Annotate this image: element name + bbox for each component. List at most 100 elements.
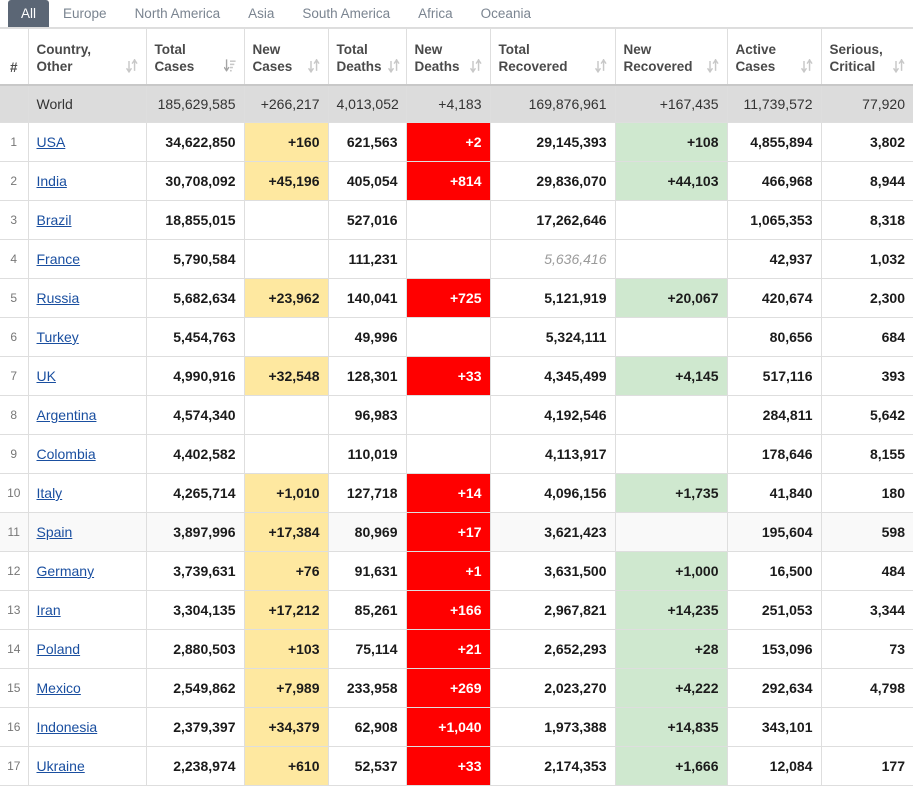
column-header-text: New Cases [253,41,320,75]
tab-europe[interactable]: Europe [49,0,121,27]
sort-icon [706,59,719,73]
tab-all[interactable]: All [8,0,50,27]
cell-country: Colombia [27,434,147,474]
column-header-text: Active Cases [736,41,813,75]
country-link[interactable]: Iran [37,602,61,618]
country-link[interactable]: UK [37,368,56,384]
column-header-active[interactable]: Active Cases [726,28,822,86]
cell-newrec: +1,000 [614,551,728,591]
cell-newdeaths: +14 [405,473,491,513]
cell-newcases: +45,196 [243,161,329,201]
country-link[interactable]: Turkey [37,329,79,345]
cell-active: 4,855,894 [726,122,822,162]
cell-newcases: +7,989 [243,668,329,708]
tab-north-america[interactable]: North America [121,0,235,27]
cell-newcases: +17,384 [243,512,329,552]
tab-africa[interactable]: Africa [404,0,467,27]
column-header-totdeaths[interactable]: Total Deaths [327,28,407,86]
country-link[interactable]: Ukraine [37,758,85,774]
column-header-country[interactable]: Country, Other [27,28,147,86]
country-link[interactable]: Brazil [37,212,72,228]
table-row: 11 Spain 3,897,996 +17,384 80,969 +17 3,621,42… [0,512,913,552]
country-link[interactable]: Spain [37,524,73,540]
cell-totdeaths: 110,019 [327,434,407,474]
cell-totcases: 2,238,974 [145,746,245,786]
tab-south-america[interactable]: South America [288,0,404,27]
cell-country: World [27,84,147,123]
cell-totdeaths: 527,016 [327,200,407,240]
cell-totcases: 4,574,340 [145,395,245,435]
cell-newdeaths: +33 [405,356,491,396]
country-link[interactable]: Germany [37,563,95,579]
cell-newrec: +14,835 [614,707,728,747]
country-link[interactable]: India [37,173,67,189]
cell-newdeaths: +166 [405,590,491,630]
cell-newdeaths: +269 [405,668,491,708]
country-link[interactable]: Colombia [37,446,96,462]
column-header-line1: New [414,41,443,57]
cell-active: 80,656 [726,317,822,357]
column-header-newcases[interactable]: New Cases [243,28,329,86]
cell-newcases [243,434,329,474]
cell-rank: 3 [0,200,29,240]
cell-serious: 393 [820,356,913,396]
column-header-rank[interactable]: # [0,28,29,86]
column-header-text: Total Cases [155,41,236,75]
cell-newcases: +103 [243,629,329,669]
table-header-row: # Country, Other Total Cases New Cases Total Dea… [0,28,913,86]
cell-totrec: 5,121,919 [489,278,616,318]
country-link[interactable]: Poland [37,641,81,657]
cell-totrec: 29,145,393 [489,122,616,162]
column-header-newdeaths[interactable]: New Deaths [405,28,491,86]
sort-icon [387,59,400,73]
table-row: 6 Turkey 5,454,763 49,996 5,324,111 80,656 684 [0,317,913,357]
cell-newrec: +108 [614,122,728,162]
table-row: 12 Germany 3,739,631 +76 91,631 +1 3,631,500 +1… [0,551,913,591]
cell-newcases: +17,212 [243,590,329,630]
country-link[interactable]: Argentina [37,407,97,423]
column-header-totcases[interactable]: Total Cases [145,28,245,86]
sort-icon [800,59,813,73]
country-link[interactable]: France [37,251,81,267]
cell-serious: 3,344 [820,590,913,630]
cell-country: Germany [27,551,147,591]
cell-totdeaths: 140,041 [327,278,407,318]
cell-totdeaths: 621,563 [327,122,407,162]
tab-oceania[interactable]: Oceania [467,0,545,27]
cell-country: Brazil [27,200,147,240]
column-header-serious[interactable]: Serious, Critical [820,28,913,86]
cell-serious: 1,032 [820,239,913,279]
cell-active: 11,739,572 [726,84,822,123]
cell-totdeaths: 80,969 [327,512,407,552]
cell-rank: 9 [0,434,29,474]
cell-totcases: 30,708,092 [145,161,245,201]
cell-totcases: 4,990,916 [145,356,245,396]
column-header-newrec[interactable]: New Recovered [614,28,728,86]
cell-totdeaths: 85,261 [327,590,407,630]
cell-serious: 684 [820,317,913,357]
column-header-totrec[interactable]: Total Recovered [489,28,616,86]
cell-rank [0,84,29,123]
country-link[interactable]: Mexico [37,680,81,696]
cell-newdeaths [405,317,491,357]
cell-totdeaths: 405,054 [327,161,407,201]
cell-totrec: 3,631,500 [489,551,616,591]
cell-totdeaths: 75,114 [327,629,407,669]
sort-icon [307,59,320,73]
cell-active: 178,646 [726,434,822,474]
cell-totrec: 4,192,546 [489,395,616,435]
column-header-line1: New [252,41,281,57]
tab-asia[interactable]: Asia [234,0,288,27]
cell-serious [820,707,913,747]
cell-rank: 12 [0,551,29,591]
cell-totcases: 2,880,503 [145,629,245,669]
country-link[interactable]: Italy [37,485,63,501]
cell-rank: 5 [0,278,29,318]
country-link[interactable]: Indonesia [37,719,98,735]
cell-newdeaths: +4,183 [405,84,491,123]
cell-newdeaths: +33 [405,746,491,786]
country-link[interactable]: USA [37,134,66,150]
country-link[interactable]: Russia [37,290,80,306]
cell-totcases: 4,265,714 [145,473,245,513]
cell-totrec: 2,174,353 [489,746,616,786]
